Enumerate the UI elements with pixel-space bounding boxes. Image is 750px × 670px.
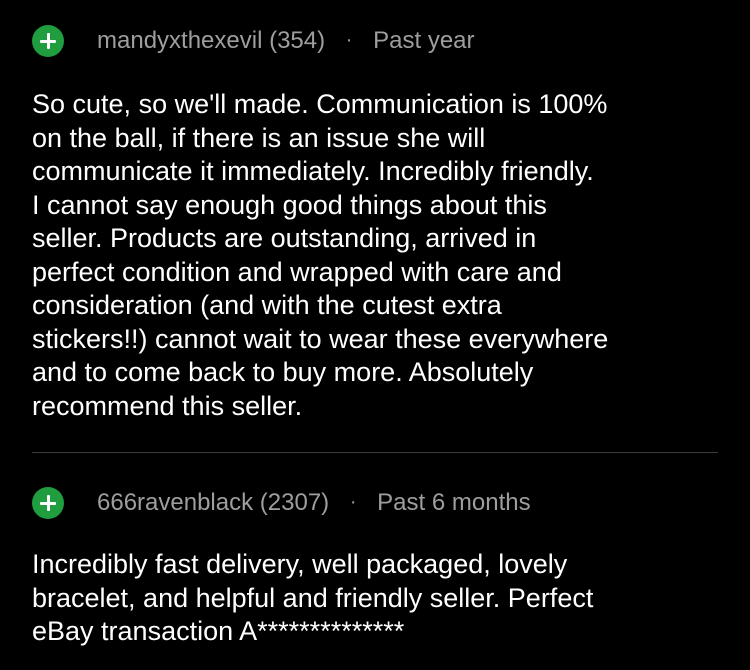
positive-plus-icon (32, 487, 64, 519)
comment-line: consideration (and with the cutest extra (32, 290, 502, 320)
comment-line: Incredibly fast delivery, well packaged,… (32, 549, 568, 579)
comment-line: So cute, so we'll made. Communication is… (32, 89, 608, 119)
reviewer-username[interactable]: mandyxthexevil (97, 27, 262, 54)
meta-separator: · (349, 491, 357, 513)
comment-line: seller. Products are outstanding, arrive… (32, 223, 537, 253)
reviewer-username[interactable]: 666ravenblack (97, 489, 253, 516)
comment-line: eBay transaction A************** (32, 616, 405, 646)
comment-line: I cannot say enough good things about th… (32, 189, 547, 220)
meta-separator: · (345, 29, 353, 51)
feedback-comment: Incredibly fast delivery, well packaged,… (32, 548, 712, 649)
comment-line: stickers!!) cannot wait to wear these ev… (32, 323, 609, 354)
reviewer-score: (2307) (259, 489, 330, 516)
positive-plus-icon (32, 25, 64, 57)
comment-line: recommend this seller. (32, 390, 303, 421)
feedback-comment: So cute, so we'll made. Communication is… (32, 88, 712, 423)
comment-line: and to come back to buy more. Absolutely (32, 357, 534, 387)
comment-line: perfect condition and wrapped with care … (32, 256, 562, 287)
feedback-divider (32, 452, 718, 453)
comment-line: communicate it immediately. Incredibly f… (32, 156, 594, 186)
comment-line: bracelet, and helpful and friendly selle… (32, 582, 594, 613)
feedback-time: Past 6 months (377, 489, 531, 516)
feedback-header: 666ravenblack (2307) · Past 6 months (32, 486, 531, 520)
feedback-meta: 666ravenblack (2307) · Past 6 months (97, 489, 531, 517)
feedback-meta: mandyxthexevil (354) · Past year (97, 27, 475, 55)
comment-line: on the ball, if there is an issue she wi… (32, 122, 486, 153)
reviewer-score: (354) (269, 27, 326, 54)
feedback-header: mandyxthexevil (354) · Past year (32, 24, 475, 58)
feedback-time: Past year (373, 27, 475, 54)
